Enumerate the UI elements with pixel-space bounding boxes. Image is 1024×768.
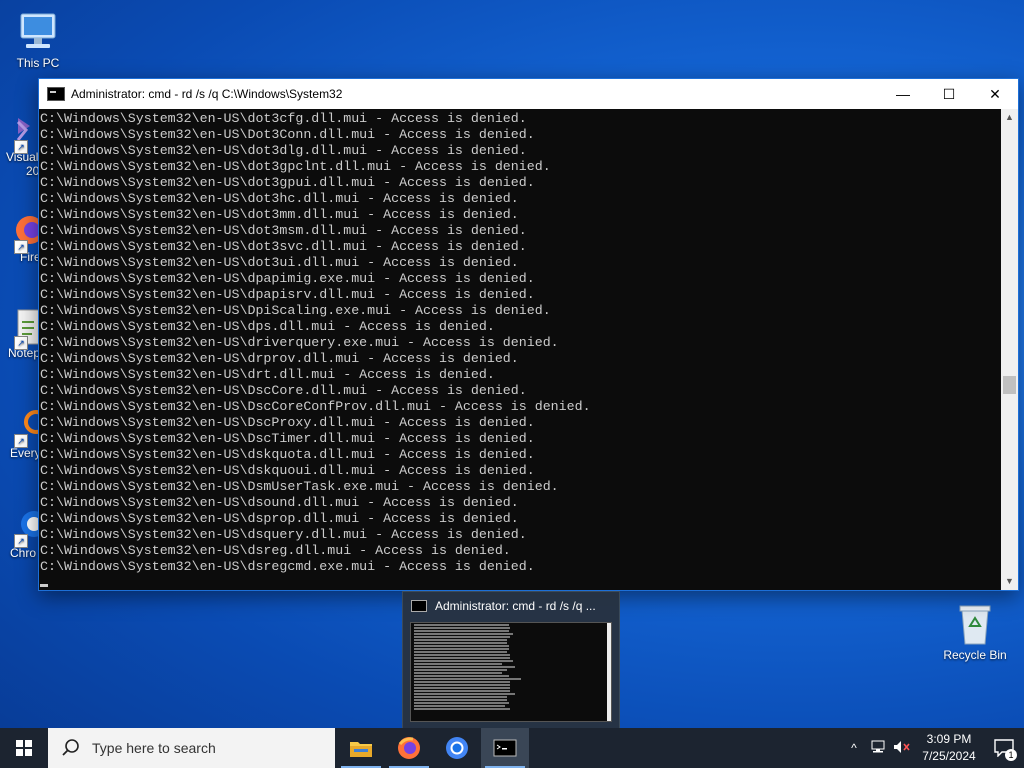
everything-search-icon: ↗ [0,406,40,448]
taskbar-file-explorer[interactable] [337,728,385,768]
taskbar-firefox[interactable] [385,728,433,768]
cmd-icon [47,87,65,101]
thumbnail-line [414,642,507,644]
console-text: C:\Windows\System32\en-US\dot3cfg.dll.mu… [40,111,591,574]
taskbar-thumbnail-preview[interactable]: Administrator: cmd - rd /s /q ... [402,591,620,729]
window-title: Administrator: cmd - rd /s /q C:\Windows… [71,87,343,101]
chrome-icon [446,737,468,759]
taskbar-cmd[interactable] [481,728,529,768]
cmd-icon [411,600,427,612]
thumbnail-line [414,690,510,692]
clock-date: 7/25/2024 [922,749,976,763]
chevron-up-icon[interactable]: ^ [842,741,866,755]
recycle-bin-icon [953,602,997,646]
windows-logo-icon [16,740,32,756]
desktop-icon-label: Recycle Bin [943,648,1007,662]
desktop-icon-notepad[interactable]: ↗ Notep [0,308,40,370]
start-button[interactable] [0,728,48,768]
console-output[interactable]: C:\Windows\System32\en-US\dot3cfg.dll.mu… [39,109,1001,590]
system-tray: ^ 3:09 PM 7/25/2024 1 [842,728,1024,768]
thumbnail-line [414,663,502,665]
shortcut-arrow-icon: ↗ [14,240,28,254]
thumbnail-line [414,627,510,629]
scroll-down-arrow-icon[interactable]: ▼ [1001,573,1018,590]
thumbnail-line [414,693,515,695]
notepad-icon: ↗ [0,308,40,350]
text-cursor [40,584,48,587]
thumbnail-line [414,624,509,626]
notification-count-badge: 1 [1005,749,1017,761]
firefox-icon [398,737,420,759]
thumbnail-title: Administrator: cmd - rd /s /q ... [435,599,596,613]
thumbnail-line [414,687,510,689]
clock-time: 3:09 PM [926,732,972,746]
firefox-icon: ↗ [0,212,40,254]
desktop-icon-label: 20 [26,164,40,178]
thumbnail-line [414,696,507,698]
search-icon [60,737,82,759]
scroll-up-arrow-icon[interactable]: ▲ [1001,109,1018,126]
search-placeholder: Type here to search [92,740,216,756]
title-bar[interactable]: Administrator: cmd - rd /s /q C:\Windows… [39,79,1018,109]
thumbnail-line [414,648,509,650]
network-icon[interactable] [866,740,890,757]
thumbnail-line [414,669,507,671]
visual-studio-icon: ↗ [0,112,40,154]
close-button[interactable]: ✕ [972,79,1018,109]
minimize-button[interactable]: — [880,79,926,109]
thumbnail-image [410,622,612,722]
shortcut-arrow-icon: ↗ [14,140,28,154]
thumbnail-line [414,636,510,638]
thumbnail-line [414,654,510,656]
notifications-button[interactable]: 1 [984,728,1024,768]
thumbnail-line [414,678,521,680]
cmd-window[interactable]: Administrator: cmd - rd /s /q C:\Windows… [38,78,1019,591]
thumbnail-line [414,645,509,647]
desktop-icon-recycle-bin[interactable]: Recycle Bin [937,602,1013,662]
thumbnail-line [414,651,507,653]
thumbnail-line [414,702,509,704]
search-box[interactable]: Type here to search [48,728,335,768]
thumbnail-line [414,684,510,686]
scrollbar-thumb[interactable] [1003,376,1016,394]
taskbar: Type here to search ^ 3:09 PM 7/25/2024 … [0,728,1024,768]
taskbar-chrome[interactable] [433,728,481,768]
thumbnail-line [414,705,505,707]
thumbnail-line [414,675,509,677]
thumbnail-line [414,630,509,632]
thumbnail-line [414,639,507,641]
desktop-icon-chrome[interactable]: ↗ Chro [0,506,40,570]
file-explorer-icon [350,742,372,757]
thumbnail-scrollbar [607,623,611,721]
chrome-icon: ↗ [0,506,40,548]
thumbnail-line [414,699,507,701]
shortcut-arrow-icon: ↗ [14,336,28,350]
thumbnail-line [414,657,510,659]
desktop-icon-this-pc[interactable]: This PC [0,10,76,70]
desktop-icon-visual-studio[interactable]: ↗ Visual 20 [0,112,40,192]
thumbnail-line [414,708,510,710]
maximize-button[interactable]: ☐ [926,79,972,109]
shortcut-arrow-icon: ↗ [14,534,28,548]
vertical-scrollbar[interactable]: ▲ ▼ [1001,109,1018,590]
thumbnail-line [414,681,510,683]
cmd-icon [493,739,517,757]
desktop-icon-everything[interactable]: ↗ Every [0,406,40,470]
volume-muted-icon[interactable] [890,740,914,757]
thumbnail-line [414,633,513,635]
desktop-icon-firefox[interactable]: ↗ Fire [0,212,40,272]
clock[interactable]: 3:09 PM 7/25/2024 [914,731,984,765]
desktop-icon-label: This PC [16,56,60,70]
shortcut-arrow-icon: ↗ [14,434,28,448]
computer-icon [16,10,60,54]
thumbnail-line [414,666,515,668]
thumbnail-line [414,660,513,662]
thumbnail-line [414,672,502,674]
